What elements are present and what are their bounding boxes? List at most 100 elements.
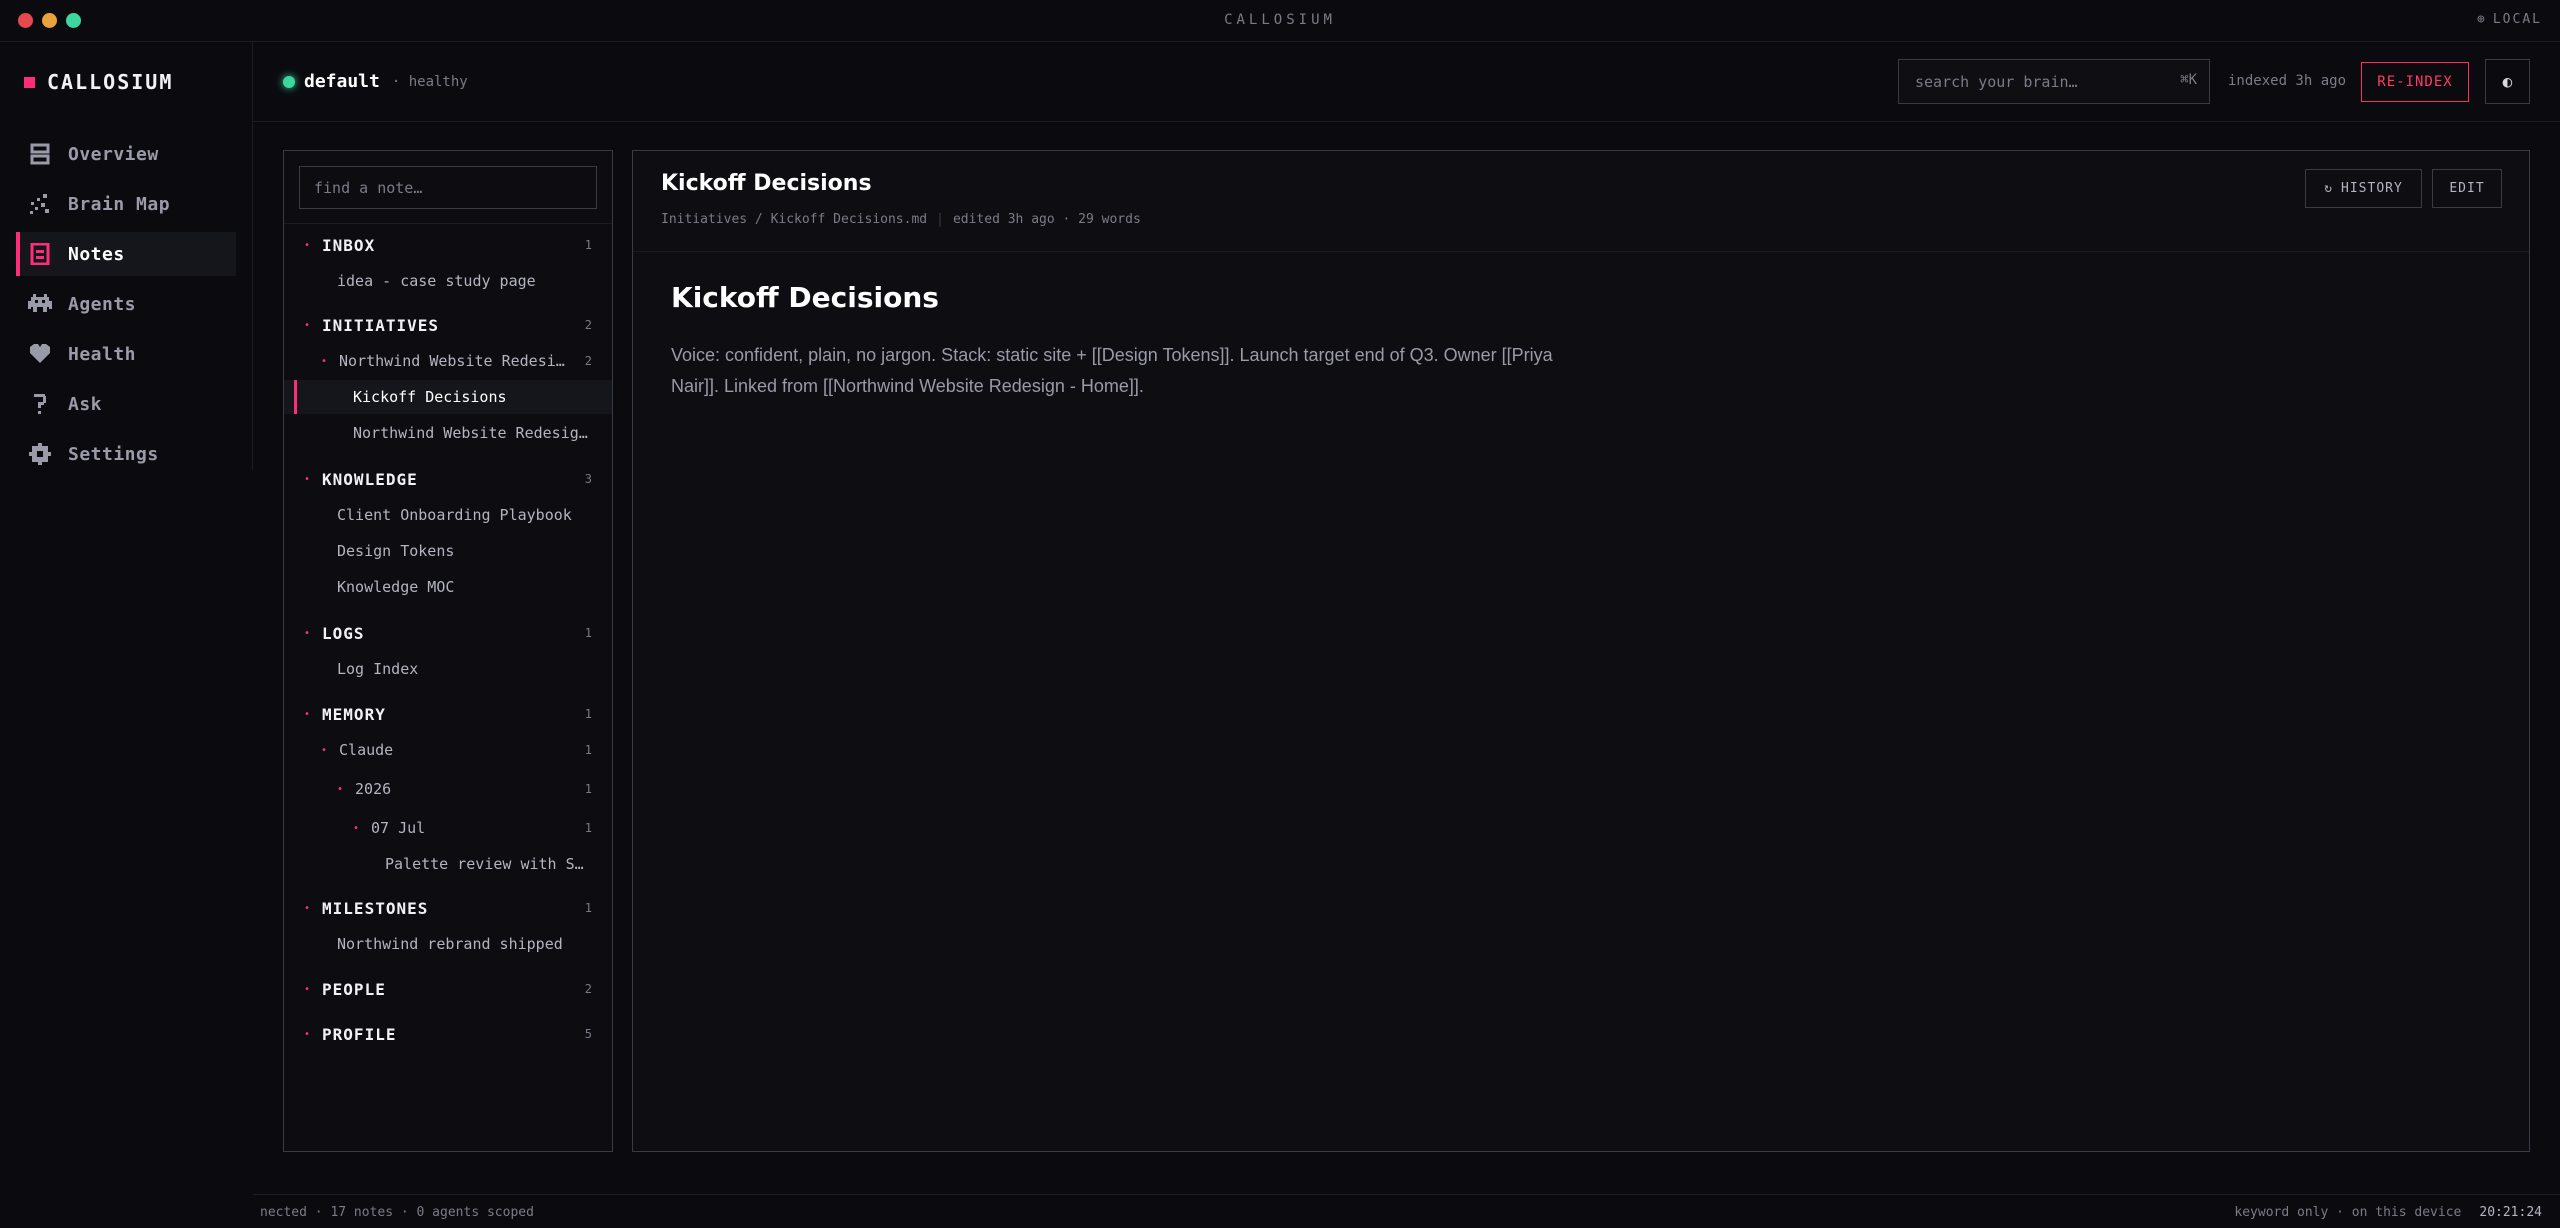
tree-section[interactable]: • MILESTONES 1 bbox=[284, 891, 612, 925]
tree-note-item[interactable]: idea - case study page bbox=[284, 264, 612, 298]
sidebar-item-brain-map[interactable]: Brain Map bbox=[16, 182, 236, 226]
tree-note-item[interactable]: Log Index bbox=[284, 652, 612, 686]
tree-item-label: Client Onboarding Playbook bbox=[337, 506, 572, 524]
tree-section[interactable]: • KNOWLEDGE 3 bbox=[284, 462, 612, 496]
sidebar-item-label: Agents bbox=[68, 293, 137, 315]
tree-item-label: Design Tokens bbox=[337, 542, 455, 560]
tree-item-label: 2026 bbox=[355, 780, 392, 798]
tree-folder[interactable]: • 2026 1 bbox=[284, 772, 612, 806]
brand-logo[interactable]: CALLOSIUM bbox=[24, 70, 173, 94]
history-icon: ↻ bbox=[2324, 181, 2334, 196]
tree-item-label: 07 Jul bbox=[371, 819, 426, 837]
status-bar: nected · 17 notes · 0 agents scoped keyw… bbox=[253, 1194, 2560, 1228]
theme-toggle-icon[interactable]: ◐ bbox=[2485, 59, 2530, 104]
sidebar-item-label: Health bbox=[68, 343, 137, 365]
connection-status: nected · 17 notes · 0 agents scoped bbox=[260, 1205, 534, 1220]
meta-separator: | bbox=[936, 212, 944, 227]
sidebar-item-label: Ask bbox=[68, 393, 103, 415]
bullet-icon: • bbox=[304, 319, 311, 331]
search-mode-label: keyword only · on this device bbox=[2234, 1205, 2462, 1220]
window-title: CALLOSIUM bbox=[1224, 12, 1336, 28]
tree-note-item[interactable]: Client Onboarding Playbook bbox=[284, 498, 612, 532]
tree-note-item[interactable]: Knowledge MOC bbox=[284, 570, 612, 604]
question-icon bbox=[28, 393, 52, 415]
bullet-icon: • bbox=[321, 355, 328, 367]
tree-section[interactable]: • LOGS 1 bbox=[284, 616, 612, 650]
tree-note-item[interactable]: Kickoff Decisions bbox=[284, 380, 612, 414]
note-paragraph: Voice: confident, plain, no jargon. Stac… bbox=[671, 345, 1553, 396]
note-body: Kickoff Decisions Voice: confident, plai… bbox=[671, 281, 1571, 402]
tree-section[interactable]: • INITIATIVES 2 bbox=[284, 308, 612, 342]
bullet-icon: • bbox=[304, 1028, 311, 1040]
sidebar-item-settings[interactable]: Settings bbox=[16, 432, 236, 476]
tree-item-label: PEOPLE bbox=[322, 979, 386, 999]
tree-item-count: 1 bbox=[584, 821, 592, 835]
local-mode-indicator: ⊕ LOCAL bbox=[2477, 12, 2542, 27]
sidebar-item-overview[interactable]: Overview bbox=[16, 132, 236, 176]
note-edited-info: edited 3h ago · 29 words bbox=[952, 212, 1141, 227]
globe-icon: ⊕ bbox=[2477, 12, 2487, 27]
sidebar-item-agents[interactable]: Agents bbox=[16, 282, 236, 326]
tree-item-label: Northwind Website Redesign bbox=[339, 352, 569, 370]
tree-section[interactable]: • PROFILE 5 bbox=[284, 1017, 612, 1051]
workspace-name: default bbox=[304, 71, 380, 92]
gear-icon bbox=[28, 443, 52, 465]
brain-search-box[interactable]: ⌘K bbox=[1898, 59, 2210, 104]
brain-search-input[interactable] bbox=[1899, 60, 2159, 103]
tree-section[interactable]: • MEMORY 1 bbox=[284, 697, 612, 731]
sidebar-item-notes[interactable]: Notes bbox=[16, 232, 236, 276]
sidebar-item-label: Overview bbox=[68, 143, 159, 165]
tree-item-label: Northwind Website Redesign - Home bbox=[353, 424, 592, 442]
note-view: Kickoff Decisions Initiatives / Kickoff … bbox=[632, 150, 2530, 1152]
history-button[interactable]: ↻ HISTORY bbox=[2305, 169, 2422, 208]
tree-item-label: Claude bbox=[339, 741, 394, 759]
status-dot-icon bbox=[283, 75, 295, 88]
note-title: Kickoff Decisions bbox=[661, 171, 872, 196]
tree-item-label: INITIATIVES bbox=[322, 315, 439, 335]
bullet-icon: • bbox=[337, 783, 344, 795]
edit-button[interactable]: EDIT bbox=[2432, 169, 2502, 208]
tree-item-label: LOGS bbox=[322, 623, 365, 643]
tree-item-count: 1 bbox=[584, 626, 592, 640]
search-shortcut-hint: ⌘K bbox=[2180, 72, 2197, 88]
sidebar-item-label: Settings bbox=[68, 443, 159, 465]
tree-section[interactable]: • INBOX 1 bbox=[284, 228, 612, 262]
tree-section[interactable]: • PEOPLE 2 bbox=[284, 972, 612, 1006]
sidebar: CALLOSIUM Overview Brain Map Notes Agent… bbox=[0, 42, 253, 470]
bullet-icon: • bbox=[304, 708, 311, 720]
indexed-timestamp: indexed 3h ago bbox=[2228, 73, 2347, 89]
bullet-icon: • bbox=[321, 744, 328, 756]
app-window: CALLOSIUM ⊕ LOCAL CALLOSIUM Overview Brai… bbox=[0, 0, 2560, 1228]
tree-folder[interactable]: • Claude 1 bbox=[284, 733, 612, 767]
note-path: Initiatives / Kickoff Decisions.md bbox=[661, 212, 928, 227]
top-bar: default · healthy ⌘K indexed 3h ago RE-I… bbox=[253, 42, 2560, 122]
note-filter-input[interactable] bbox=[300, 167, 596, 208]
workspace-selector[interactable]: default · healthy bbox=[283, 71, 468, 92]
tree-note-item[interactable]: Northwind Website Redesign - Home bbox=[284, 416, 612, 450]
local-mode-label: LOCAL bbox=[2492, 12, 2542, 27]
tree-folder[interactable]: • 07 Jul 1 bbox=[284, 811, 612, 845]
sidebar-item-label: Notes bbox=[68, 243, 125, 265]
bullet-icon: • bbox=[304, 239, 311, 251]
tree-folder[interactable]: • Northwind Website Redesign 2 bbox=[284, 344, 612, 378]
tree-item-count: 2 bbox=[584, 318, 592, 332]
workspace-health: · healthy bbox=[391, 73, 468, 90]
bullet-icon: • bbox=[304, 473, 311, 485]
tree-note-item[interactable]: Northwind rebrand shipped bbox=[284, 927, 612, 961]
tree-item-label: Palette review with Sam bbox=[385, 855, 592, 873]
tree-note-item[interactable]: Palette review with Sam bbox=[284, 847, 612, 881]
bullet-icon: • bbox=[353, 822, 360, 834]
reindex-button[interactable]: RE-INDEX bbox=[2361, 62, 2469, 102]
sidebar-item-ask[interactable]: Ask bbox=[16, 382, 236, 426]
note-heading: Kickoff Decisions bbox=[671, 281, 939, 314]
clock: 20:21:24 bbox=[2479, 1205, 2542, 1220]
tree-item-count: 2 bbox=[584, 982, 592, 996]
tree-item-count: 5 bbox=[584, 1027, 592, 1041]
tree-note-item[interactable]: Design Tokens bbox=[284, 534, 612, 568]
note-meta: Initiatives / Kickoff Decisions.md | edi… bbox=[661, 212, 1141, 227]
sidebar-item-health[interactable]: Health bbox=[16, 332, 236, 376]
tree-item-label: Kickoff Decisions bbox=[353, 388, 507, 406]
note-filter-box[interactable] bbox=[299, 166, 597, 209]
tree-item-label: PROFILE bbox=[322, 1024, 397, 1044]
brand-mark-icon bbox=[24, 76, 35, 88]
